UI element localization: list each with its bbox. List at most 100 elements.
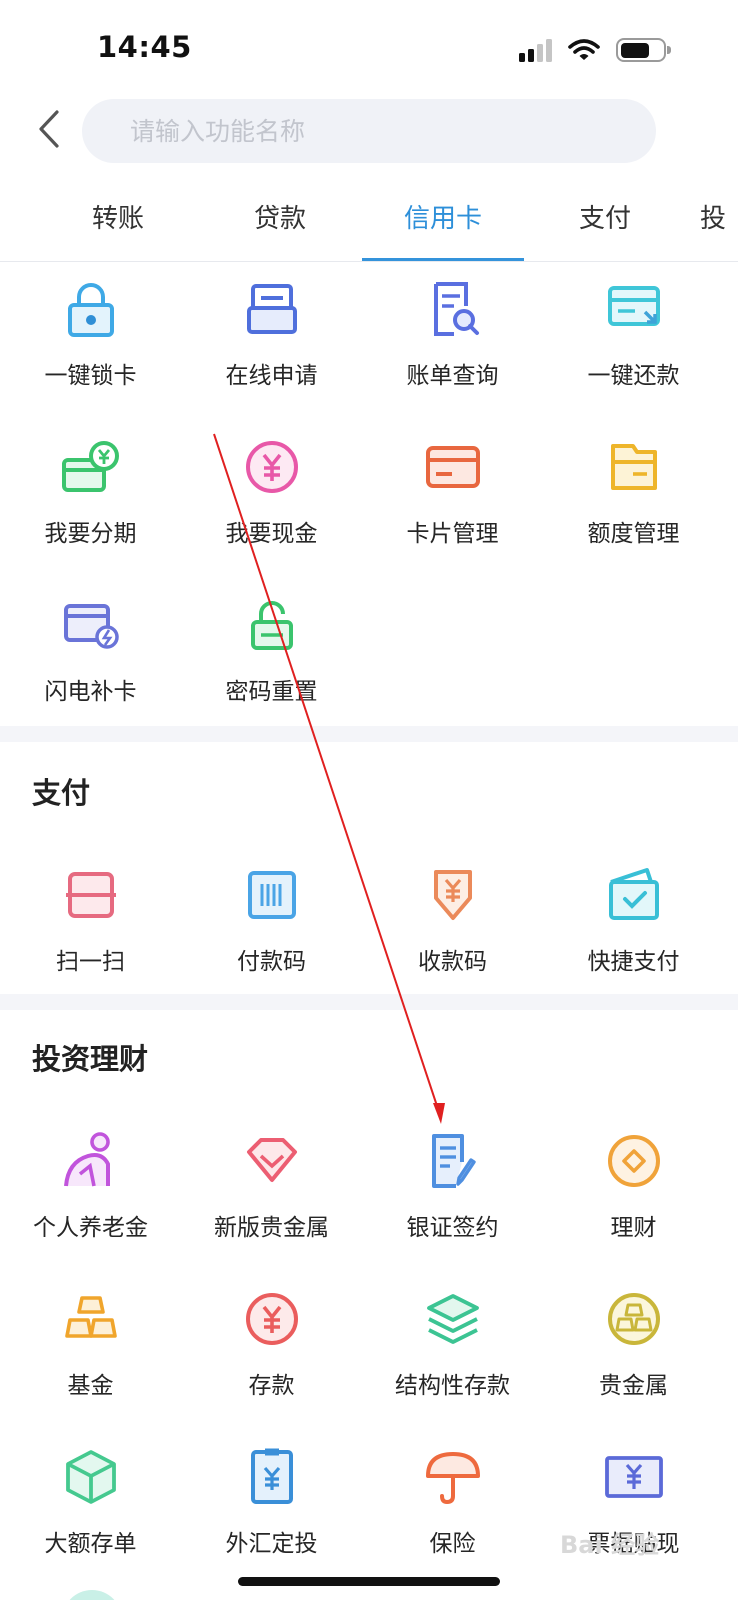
grid-item-label: 贵金属 — [599, 1373, 668, 1399]
credit-card-grid: 一键锁卡 在线申请 账单查询 一键还款 我要分期 我要现金 卡片管理 额度管理 … — [0, 264, 738, 724]
grid-item-bank-securities-sign[interactable]: 银证签约 — [362, 1116, 543, 1274]
wifi-icon — [568, 39, 600, 60]
grid-item-structured-deposit[interactable]: 结构性存款 — [362, 1274, 543, 1432]
grid-item-flash-card[interactable]: 闪电补卡 — [0, 580, 181, 738]
section-title-investment: 投资理财 — [32, 1042, 149, 1076]
section-divider — [0, 726, 738, 742]
gold-bars-icon — [65, 1296, 117, 1338]
search-row — [0, 96, 738, 168]
search-box[interactable] — [82, 99, 656, 163]
grid-item-label: 理财 — [610, 1215, 657, 1241]
section-divider — [0, 994, 738, 1010]
grid-item-label: 在线申请 — [225, 363, 318, 389]
status-bar: 14:45 — [0, 0, 738, 96]
grid-item-deposit[interactable]: 存款 — [181, 1274, 362, 1432]
battery-icon — [616, 38, 671, 62]
tab-active-indicator — [362, 258, 524, 261]
grid-item-label: 外汇定投 — [225, 1531, 318, 1557]
grid-item-label: 扫一扫 — [56, 949, 125, 975]
grid-item-card-manage[interactable]: 卡片管理 — [362, 422, 543, 580]
grid-item-precious-metal[interactable]: 贵金属 — [543, 1274, 724, 1432]
cube-icon — [66, 1450, 116, 1504]
apply-icon — [247, 284, 297, 334]
repay-icon — [608, 286, 660, 326]
cellular-signal-icon — [519, 38, 552, 62]
gold-circle-icon — [608, 1293, 660, 1345]
grid-item-label: 基金 — [67, 1373, 114, 1399]
layers-icon — [427, 1294, 479, 1344]
grid-item-label: 新版贵金属 — [214, 1215, 329, 1241]
card-manage-icon — [426, 446, 480, 488]
grid-item-label: 密码重置 — [225, 679, 318, 705]
tab-investment[interactable]: 投 — [700, 198, 738, 261]
grid-item-label: 卡片管理 — [406, 521, 499, 547]
scan-icon — [66, 872, 116, 918]
note-yuan-icon — [605, 1456, 663, 1498]
installment-icon — [62, 441, 119, 492]
grid-item-password-reset[interactable]: 密码重置 — [181, 580, 362, 738]
grid-item-label: 付款码 — [237, 949, 306, 975]
pension-person-icon — [64, 1132, 110, 1187]
grid-item-quick-repay[interactable]: 一键还款 — [543, 264, 724, 422]
tab-loan[interactable]: 贷款 — [220, 198, 340, 261]
grid-item-label: 保险 — [429, 1531, 476, 1557]
category-tabs: 转账 贷款 信用卡 支付 投 — [0, 182, 738, 262]
document-sign-icon — [432, 1134, 476, 1188]
grid-item-label: 快捷支付 — [587, 949, 680, 975]
grid-item-scan[interactable]: 扫一扫 — [0, 850, 181, 1008]
grid-item-label: 闪电补卡 — [44, 679, 137, 705]
receive-yuan-icon — [434, 870, 472, 920]
section-title-payment: 支付 — [32, 776, 91, 810]
grid-item-label: 额度管理 — [587, 521, 680, 547]
grid-item-fund[interactable]: 基金 — [0, 1274, 181, 1432]
home-indicator[interactable] — [238, 1577, 500, 1586]
barcode-icon — [248, 871, 296, 919]
grid-item-quick-pay[interactable]: 快捷支付 — [543, 850, 724, 1008]
investment-grid: 个人养老金 新版贵金属 银证签约 理财 基金 存款 结构性存款 贵金属 大额存单… — [0, 1116, 738, 1590]
grid-item-lock-card[interactable]: 一键锁卡 — [0, 264, 181, 422]
grid-item-label: 收款码 — [418, 949, 487, 975]
grid-item-online-apply[interactable]: 在线申请 — [181, 264, 362, 422]
forex-doc-icon — [251, 1448, 293, 1504]
tab-transfer[interactable]: 转账 — [58, 198, 178, 261]
flash-card-icon — [64, 604, 119, 649]
grid-item-receive-code[interactable]: 收款码 — [362, 850, 543, 1008]
grid-item-quota-manage[interactable]: 额度管理 — [543, 422, 724, 580]
grid-item-label: 我要现金 — [225, 521, 318, 547]
grid-item-new-precious-metal[interactable]: 新版贵金属 — [181, 1116, 362, 1274]
grid-item-label: 银证签约 — [406, 1215, 499, 1241]
lock-icon — [68, 283, 114, 337]
quick-pay-icon — [609, 868, 659, 920]
grid-item-label: 一键锁卡 — [44, 363, 137, 389]
grid-item-forex-auto-invest[interactable]: 外汇定投 — [181, 1432, 362, 1590]
cash-yuan-icon — [246, 441, 298, 493]
umbrella-icon — [426, 1452, 480, 1505]
grid-item-label: 一键还款 — [587, 363, 680, 389]
bill-search-icon — [434, 282, 479, 336]
grid-item-label: 结构性存款 — [395, 1373, 510, 1399]
grid-item-label: 个人养老金 — [33, 1215, 148, 1241]
grid-item-large-cd[interactable]: 大额存单 — [0, 1432, 181, 1590]
grid-item-label: 我要分期 — [44, 521, 137, 547]
grid-item-pension[interactable]: 个人养老金 — [0, 1116, 181, 1274]
grid-item-installment[interactable]: 我要分期 — [0, 422, 181, 580]
grid-item-cash[interactable]: 我要现金 — [181, 422, 362, 580]
chevron-left-icon — [39, 110, 59, 148]
payment-grid: 扫一扫 付款码 收款码 快捷支付 — [0, 850, 738, 990]
quota-folder-icon — [611, 444, 657, 490]
grid-item-label: 存款 — [248, 1373, 295, 1399]
tab-payment[interactable]: 支付 — [545, 198, 665, 261]
grid-item-wealth[interactable]: 理财 — [543, 1116, 724, 1274]
grid-item-pay-code[interactable]: 付款码 — [181, 850, 362, 1008]
tab-credit-card[interactable]: 信用卡 — [362, 198, 524, 261]
grid-item-bill-query[interactable]: 账单查询 — [362, 264, 543, 422]
search-input[interactable] — [130, 99, 630, 163]
back-button[interactable] — [24, 104, 74, 154]
grid-item-bill-discount[interactable]: 票据贴现 — [543, 1432, 724, 1590]
grid-item-insurance[interactable]: 保险 — [362, 1432, 543, 1590]
grid-item-label: 大额存单 — [44, 1531, 137, 1557]
diamond-icon — [247, 1138, 297, 1182]
watermark: Bai 经验 — [560, 1531, 660, 1559]
status-icons — [519, 36, 671, 64]
coin-icon — [608, 1135, 660, 1187]
